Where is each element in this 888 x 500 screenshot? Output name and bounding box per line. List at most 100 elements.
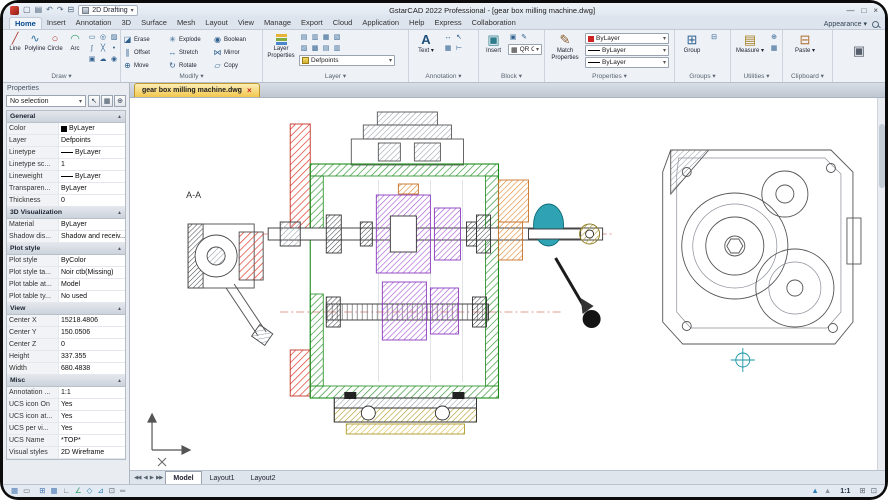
otrack-icon[interactable]: ⊿ [97, 487, 103, 495]
dynamic-input-icon[interactable]: ⊡ [109, 487, 115, 495]
utilities-panel-label[interactable]: Utilities ▾ [733, 71, 780, 82]
grid-icon[interactable]: ▦ [50, 487, 57, 495]
document-tab[interactable]: gear box milling machine.dwg × [134, 83, 260, 97]
maximize-button[interactable]: □ [861, 6, 866, 15]
erase-tool[interactable]: ◪ Erase [123, 33, 167, 46]
ribbon-tab-export[interactable]: Export [296, 17, 328, 29]
lineweight-icon[interactable]: ═ [120, 487, 125, 495]
layer-freeze-icon[interactable]: ▥ [310, 33, 320, 43]
workspace-dropdown[interactable]: 2D Drafting ▾ [78, 4, 138, 16]
layer-isolate-icon[interactable]: ▨ [299, 44, 309, 54]
print-icon[interactable]: ⊟ [68, 6, 75, 14]
dimension-style-icon[interactable]: ⊢ [454, 44, 464, 54]
undo-icon[interactable]: ↶ [46, 6, 53, 14]
properties-panel-label[interactable]: Properties ▾ [547, 71, 672, 82]
layout-tab-model[interactable]: Model [165, 471, 202, 484]
ellipse-icon[interactable]: ◎ [98, 33, 108, 43]
hatch-icon[interactable]: ▨ [109, 33, 119, 43]
qr-code-button[interactable]: ▦ QR Code ▾ [508, 44, 542, 55]
lineweight-control[interactable]: ByLayer ▾ [585, 57, 669, 68]
selection-dropdown[interactable]: No selection ▾ [6, 95, 86, 107]
block-panel-label[interactable]: Block ▾ [481, 71, 542, 82]
appearance-dropdown[interactable]: Appearance ▾ [824, 20, 867, 28]
stretch-tool[interactable]: ↔ Stretch [168, 46, 212, 59]
draw-panel-label[interactable]: Draw ▾ [5, 71, 118, 82]
boolean-tool[interactable]: ◉ Boolean [213, 33, 257, 46]
layer-dropdown[interactable]: Defpoints ▾ [299, 55, 395, 66]
clipboard-panel-label[interactable]: Clipboard ▾ [785, 71, 830, 82]
layout-nav-icon[interactable]: ◀◀ [133, 475, 142, 481]
layer-lock-icon[interactable]: ▦ [321, 33, 331, 43]
layer-color-icon[interactable]: ▧ [332, 33, 342, 43]
annotation-scale-label[interactable]: 1:1 [840, 488, 850, 495]
property-value[interactable]: *TOP* [59, 435, 125, 446]
close-button[interactable]: × [873, 6, 878, 15]
save-icon[interactable]: ▤ [35, 6, 43, 14]
property-value[interactable]: ByLayer [59, 171, 125, 182]
layer-previous-icon[interactable]: ▥ [332, 44, 342, 54]
layout-nav-icon[interactable]: ◀ [142, 475, 147, 481]
property-value[interactable]: ByLayer [59, 147, 125, 158]
property-value[interactable]: Yes [59, 399, 125, 410]
paste-button[interactable]: ⊟ Paste ▾ [785, 31, 825, 55]
measure-button[interactable]: ▤ Measure ▾ [733, 31, 767, 55]
property-section-3d-visualization[interactable]: 3D Visualization ▲ [7, 207, 125, 219]
layer-properties-button[interactable]: Layer Properties [265, 31, 297, 60]
ribbon-tab-application[interactable]: Application [357, 17, 404, 29]
layer-off-icon[interactable]: ▩ [310, 44, 320, 54]
quick-select-icon[interactable]: ▦ [101, 95, 113, 107]
paper-space-icon[interactable]: ▭ [23, 487, 30, 495]
match-properties-button[interactable]: ✎ Match Properties [547, 31, 583, 62]
ribbon-tab-manage[interactable]: Manage [259, 17, 296, 29]
rectangle-icon[interactable]: ▭ [87, 33, 97, 43]
layout-tab-layout1[interactable]: Layout1 [202, 471, 243, 484]
arc-tool[interactable]: ◠ Arc [65, 31, 85, 52]
property-value[interactable]: 15218.4806 [59, 315, 125, 326]
property-value[interactable]: Shadow and receiv... [59, 231, 125, 242]
ribbon-tab-mesh[interactable]: Mesh [172, 17, 200, 29]
workspace-switch-icon[interactable]: ⊞ [859, 487, 865, 495]
point-icon[interactable]: • [109, 44, 119, 54]
table-icon[interactable]: ▦ [443, 44, 453, 54]
mirror-tool[interactable]: ⋈ Mirror [213, 46, 257, 59]
property-value[interactable]: ByLayer [59, 123, 125, 134]
property-value[interactable]: Yes [59, 411, 125, 422]
linetype-control[interactable]: ByLayer ▾ [585, 45, 669, 56]
property-value[interactable]: Yes [59, 423, 125, 434]
ribbon-tab-annotation[interactable]: Annotation [71, 17, 117, 29]
ribbon-tab-3d[interactable]: 3D [116, 17, 136, 29]
donut-icon[interactable]: ◉ [109, 55, 119, 65]
linear-dimension-icon[interactable]: ↔ [443, 33, 453, 43]
layer-match-icon[interactable]: ▤ [321, 44, 331, 54]
annotation-autoscale-icon[interactable]: ▲ [824, 487, 831, 495]
scrollbar-thumb[interactable] [878, 124, 885, 188]
redo-icon[interactable]: ↷ [57, 6, 64, 14]
property-section-plot-style[interactable]: Plot style ▲ [7, 243, 125, 255]
ribbon-tab-surface[interactable]: Surface [136, 17, 172, 29]
ribbon-tab-insert[interactable]: Insert [42, 17, 71, 29]
search-icon[interactable] [872, 20, 879, 28]
new-file-icon[interactable]: ▢ [23, 6, 31, 14]
quick-calc-icon[interactable]: ▦ [769, 44, 779, 54]
layer-panel-label[interactable]: Layer ▾ [265, 71, 406, 82]
construction-line-icon[interactable]: ╳ [98, 44, 108, 54]
property-value[interactable]: 2D Wireframe [59, 447, 125, 458]
toggle-pickadd-icon[interactable]: ⊕ [114, 95, 126, 107]
group-button[interactable]: ⊞ Group [677, 31, 707, 55]
explode-tool[interactable]: ✳ Explode [168, 33, 212, 46]
revision-cloud-icon[interactable]: ☁ [98, 55, 108, 65]
tab-close-icon[interactable]: × [247, 86, 252, 95]
ribbon-tab-view[interactable]: View [233, 17, 259, 29]
property-value[interactable]: ByColor [59, 255, 125, 266]
property-value[interactable]: Defpoints [59, 135, 125, 146]
property-value[interactable]: No used [59, 291, 125, 302]
spline-icon[interactable]: ∫ [87, 44, 97, 54]
text-button[interactable]: A Text ▾ [411, 31, 441, 55]
snap-icon[interactable]: ⊞ [39, 487, 45, 495]
property-section-view[interactable]: View ▲ [7, 303, 125, 315]
vertical-scrollbar[interactable] [877, 98, 885, 470]
minimize-button[interactable]: — [846, 6, 854, 15]
ribbon-tab-layout[interactable]: Layout [200, 17, 233, 29]
layer-on-icon[interactable]: ▤ [299, 33, 309, 43]
layout-nav-icon[interactable]: ▶▶ [155, 475, 164, 481]
